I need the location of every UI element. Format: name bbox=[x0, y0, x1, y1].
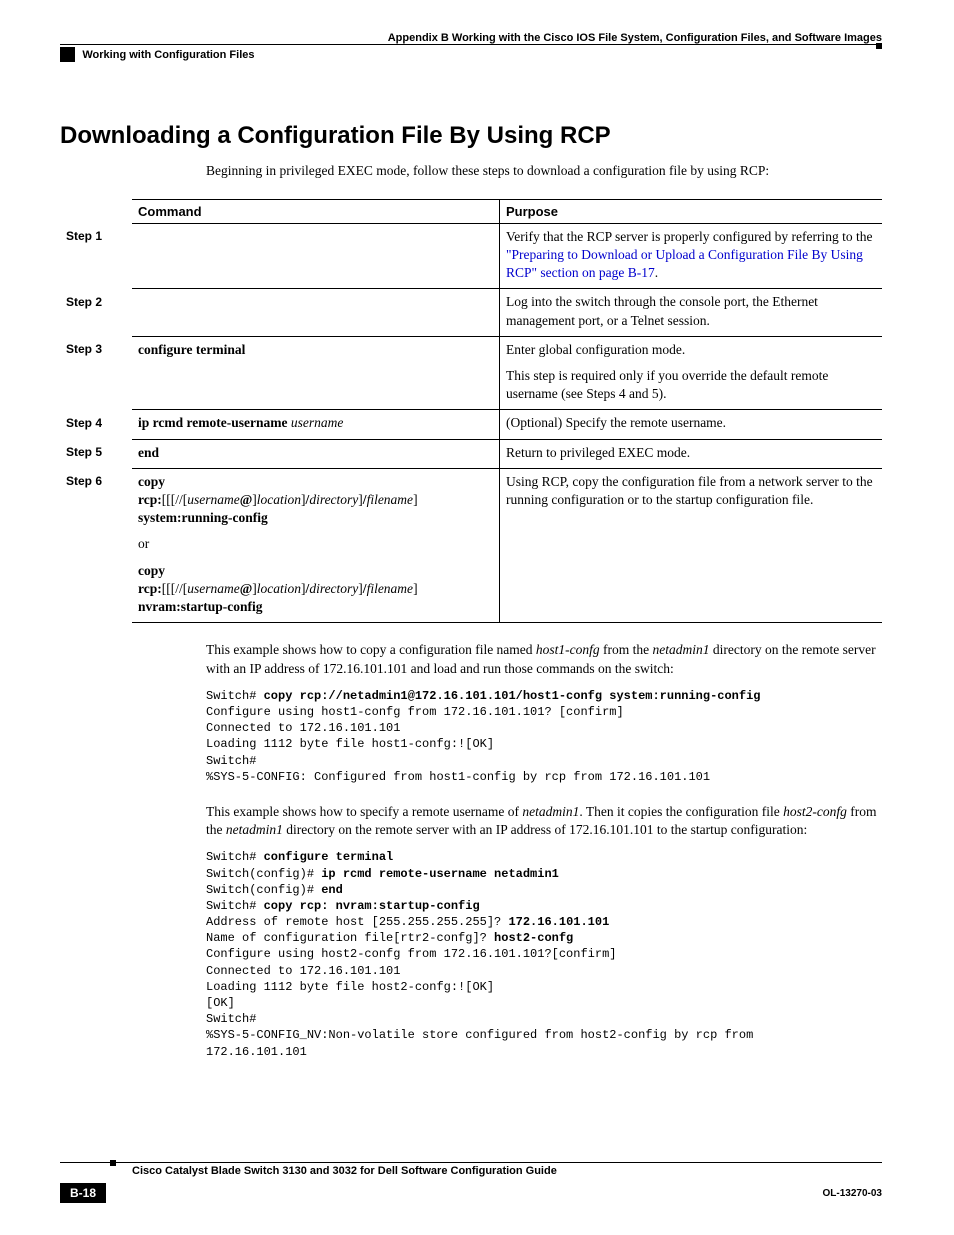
header-section: Working with Configuration Files bbox=[82, 49, 254, 61]
command-cell: ip rcmd remote-username username bbox=[132, 410, 500, 439]
purpose-cell: (Optional) Specify the remote username. bbox=[500, 410, 883, 439]
page-footer: Cisco Catalyst Blade Switch 3130 and 303… bbox=[60, 1162, 882, 1203]
purpose-cell: Return to privileged EXEC mode. bbox=[500, 439, 883, 468]
step-label: Step 1 bbox=[60, 223, 132, 289]
command-cell bbox=[132, 289, 500, 336]
purpose-cell: Verify that the RCP server is properly c… bbox=[500, 223, 883, 289]
section-title: Downloading a Configuration File By Usin… bbox=[60, 122, 882, 150]
steps-table: Command Purpose Step 1 Verify that the R… bbox=[60, 199, 882, 624]
page-number-badge: B-18 bbox=[60, 1183, 106, 1203]
purpose-cell: Log into the switch through the console … bbox=[500, 289, 883, 336]
command-cell: end bbox=[132, 439, 500, 468]
example-paragraph-2: This example shows how to specify a remo… bbox=[206, 803, 882, 839]
step-label: Step 5 bbox=[60, 439, 132, 468]
command-cell: copy rcp:[[[//[username@]location]/direc… bbox=[132, 468, 500, 623]
intro-paragraph: Beginning in privileged EXEC mode, follo… bbox=[206, 162, 882, 180]
step-label: Step 6 bbox=[60, 468, 132, 623]
step-label: Step 4 bbox=[60, 410, 132, 439]
step-label: Step 2 bbox=[60, 289, 132, 336]
document-id: OL-13270-03 bbox=[823, 1188, 882, 1199]
header-appendix: Appendix B Working with the Cisco IOS Fi… bbox=[60, 32, 882, 44]
command-cell bbox=[132, 223, 500, 289]
table-row: Step 4 ip rcmd remote-username username … bbox=[60, 410, 882, 439]
table-row: Step 6 copy rcp:[[[//[username@]location… bbox=[60, 468, 882, 623]
purpose-cell: Using RCP, copy the configuration file f… bbox=[500, 468, 883, 623]
footer-block-icon bbox=[110, 1160, 116, 1166]
table-row: Step 1 Verify that the RCP server is pro… bbox=[60, 223, 882, 289]
terminal-output-1: Switch# copy rcp://netadmin1@172.16.101.… bbox=[206, 688, 882, 785]
header-block-icon bbox=[60, 47, 75, 62]
footer-book-title: Cisco Catalyst Blade Switch 3130 and 303… bbox=[60, 1165, 882, 1177]
table-row: Step 5 end Return to privileged EXEC mod… bbox=[60, 439, 882, 468]
col-command: Command bbox=[132, 199, 500, 223]
example-paragraph-1: This example shows how to copy a configu… bbox=[206, 641, 882, 677]
cross-ref-link[interactable]: "Preparing to Download or Upload a Confi… bbox=[506, 247, 863, 280]
table-row: Step 2 Log into the switch through the c… bbox=[60, 289, 882, 336]
running-header: Appendix B Working with the Cisco IOS Fi… bbox=[60, 32, 882, 62]
table-row: Step 3 configure terminal Enter global c… bbox=[60, 336, 882, 410]
purpose-cell: Enter global configuration mode. This st… bbox=[500, 336, 883, 410]
step-label: Step 3 bbox=[60, 336, 132, 410]
terminal-output-2: Switch# configure terminal Switch(config… bbox=[206, 849, 882, 1059]
col-purpose: Purpose bbox=[500, 199, 883, 223]
command-cell: configure terminal bbox=[132, 336, 500, 410]
